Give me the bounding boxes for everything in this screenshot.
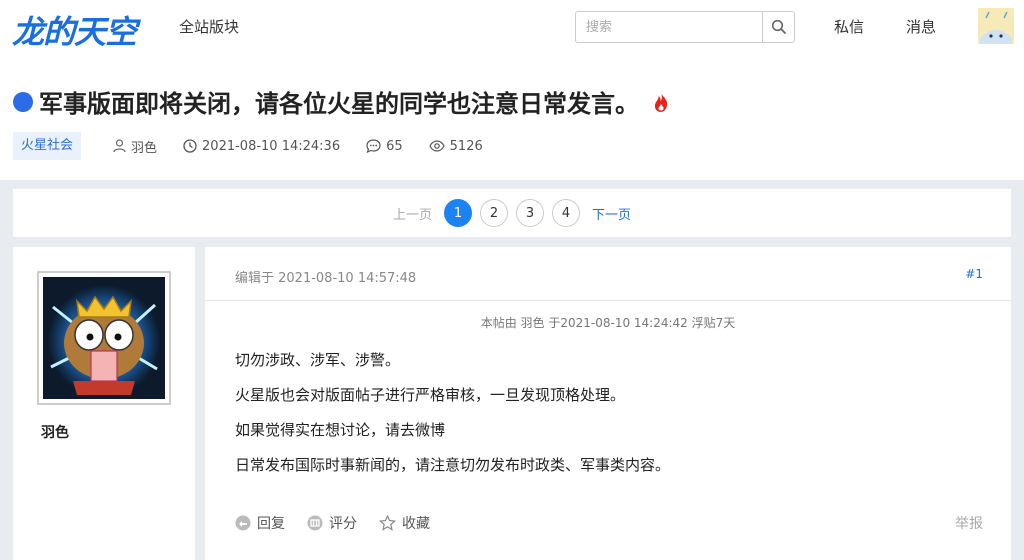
poster-info-panel: 羽色 <box>13 247 195 560</box>
hot-flame-icon <box>654 91 668 112</box>
search-box <box>575 11 795 43</box>
pagination: 上一页 1 2 3 4 下一页 <box>13 189 1011 237</box>
search-button[interactable] <box>762 12 794 42</box>
sticky-note: 本帖由 羽色 于2021-08-10 14:24:42 浮贴7天 <box>480 316 736 330</box>
reply-label: 回复 <box>257 516 285 532</box>
user-avatar[interactable] <box>978 8 1014 44</box>
favorite-button[interactable]: 收藏 <box>379 513 430 533</box>
post-actions: 回复 评分 收藏 <box>235 513 452 533</box>
post-time: 2021-08-10 14:24:36 <box>202 138 341 154</box>
meta-author[interactable]: 羽色 <box>113 137 157 156</box>
thread-title: 军事版面即将关闭，请各位火星的同学也注意日常发言。 <box>39 90 639 118</box>
meta-replies: 65 <box>366 139 403 154</box>
reply-icon <box>235 515 251 531</box>
forum-tag[interactable]: 火星社会 <box>13 132 82 160</box>
eye-icon <box>428 140 445 152</box>
page-3-button[interactable]: 3 <box>516 199 544 227</box>
rate-icon <box>307 515 323 531</box>
reply-button[interactable]: 回复 <box>235 513 285 533</box>
poster-avatar-image <box>43 277 165 399</box>
poster-username[interactable]: 羽色 <box>41 422 69 442</box>
page-4-button[interactable]: 4 <box>552 199 580 227</box>
rate-label: 评分 <box>329 516 357 532</box>
author-name: 羽色 <box>131 140 158 156</box>
reply-count: 65 <box>386 138 403 154</box>
thread-title-row: 军事版面即将关闭，请各位火星的同学也注意日常发言。 <box>13 84 669 119</box>
site-header: 龙的天空 全站版块 私信 消息 军事版面即将关闭，请各位火星的同学也注意日常发言… <box>0 0 1024 180</box>
avatar-image <box>978 8 1014 44</box>
title-dot-icon <box>13 91 33 112</box>
meta-views: 5126 <box>428 138 483 154</box>
site-logo[interactable]: 龙的天空 <box>12 7 137 53</box>
floor-link[interactable]: #1 <box>965 267 983 281</box>
meta-time: 2021-08-10 14:24:36 <box>183 139 340 154</box>
star-icon <box>379 515 396 531</box>
page-2-button[interactable]: 2 <box>480 199 508 227</box>
page-1-button[interactable]: 1 <box>444 199 472 227</box>
search-icon <box>771 19 786 35</box>
nav-all-forums[interactable]: 全站版块 <box>179 16 239 37</box>
post-line: 火星版也会对版面帖子进行严格审核，一旦发现顶格处理。 <box>235 386 626 404</box>
user-icon <box>113 139 126 153</box>
prev-page-button: 上一页 <box>392 207 432 223</box>
thread-meta: 火星社会 羽色 2021-08-10 14:24:36 65 5126 <box>13 132 509 160</box>
nav-notifications[interactable]: 消息 <box>906 16 936 37</box>
post-panel: 编辑于 2021-08-10 14:57:48 #1 本帖由 羽色 于2021-… <box>205 247 1011 560</box>
rate-button[interactable]: 评分 <box>307 513 357 533</box>
clock-icon <box>183 139 197 153</box>
report-button[interactable]: 举报 <box>955 513 983 533</box>
post-content: 切勿涉政、涉军、涉警。 火星版也会对版面帖子进行严格审核，一旦发现顶格处理。 如… <box>235 343 670 483</box>
search-input[interactable] <box>576 12 763 42</box>
comment-icon <box>366 139 381 153</box>
nav-private-messages[interactable]: 私信 <box>834 16 864 37</box>
poster-avatar[interactable] <box>37 271 171 405</box>
post-divider <box>205 300 1011 301</box>
post-line: 如果觉得实在想讨论，请去微博 <box>235 421 446 439</box>
next-page-button[interactable]: 下一页 <box>592 204 631 223</box>
edited-time: 编辑于 2021-08-10 14:57:48 <box>235 271 417 286</box>
post-line: 切勿涉政、涉军、涉警。 <box>235 351 401 369</box>
monkey-avatar-icon <box>43 277 165 399</box>
view-count: 5126 <box>449 138 483 154</box>
post-line: 日常发布国际时事新闻的，请注意切勿发布时政类、军事类内容。 <box>235 456 671 474</box>
favorite-label: 收藏 <box>402 516 430 532</box>
